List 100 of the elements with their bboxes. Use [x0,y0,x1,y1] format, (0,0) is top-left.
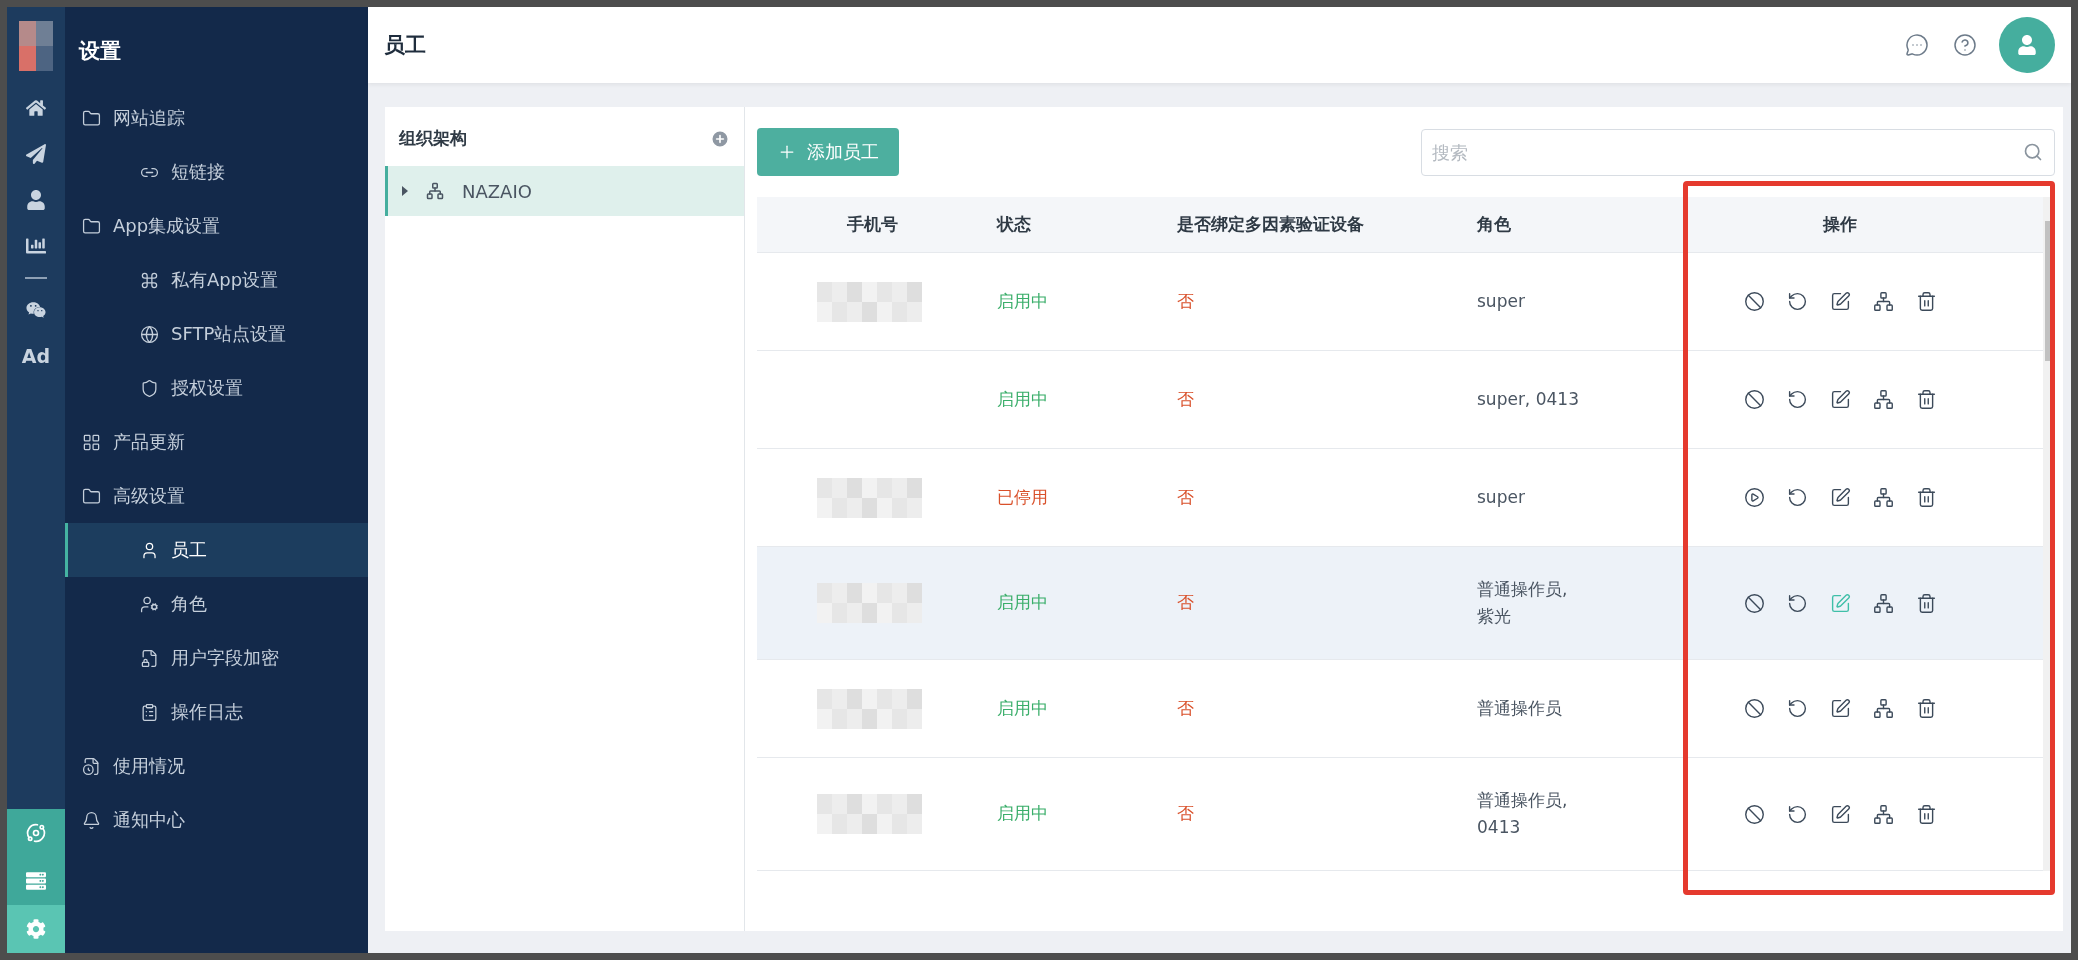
status-text: 启用中 [996,387,1049,411]
menu-item[interactable]: 通知中心 [65,793,368,847]
table-cell-text: super, 0413 [1476,387,1580,411]
disable-icon[interactable] [1743,592,1765,614]
table-cell-text: 否 [1176,696,1195,720]
caret-icon[interactable] [402,186,408,196]
disable-icon[interactable] [1743,389,1765,410]
table-cell-text: super [1476,485,1526,509]
status-text: 启用中 [996,696,1049,720]
hierarchy-icon[interactable] [1872,487,1894,508]
delete-icon[interactable] [1915,592,1937,614]
delete-icon[interactable] [1915,698,1937,719]
table-cell-text: 否 [1176,387,1195,411]
hierarchy-icon[interactable] [1872,389,1894,410]
menu-item[interactable]: 用户字段加密 [65,631,368,685]
menu-item[interactable]: 网站追踪 [65,91,368,145]
menu-item[interactable]: SFTP站点设置 [65,307,368,361]
status-text: 启用中 [996,289,1049,313]
avatar[interactable] [1999,17,2055,73]
menu-item[interactable]: 私有App设置 [65,253,368,307]
table-cell-text: 否 [1176,289,1195,313]
folder-icon [82,486,101,506]
settings-icon [26,919,46,939]
search-field[interactable]: 搜索 [1421,128,2055,176]
table-cell-text: 否 [1176,485,1195,509]
menu-item[interactable]: 操作日志 [65,685,368,739]
menu-item[interactable]: 使用情况 [65,739,368,793]
table-cell-text: 否 [1176,802,1195,826]
delete-icon[interactable] [1915,803,1937,825]
status-text: 启用中 [996,802,1049,826]
grid-icon [82,432,101,452]
bell-icon [82,810,101,830]
column-header: 操作 [1821,213,1858,236]
clipboard-icon [140,702,159,722]
hierarchy-icon[interactable] [1872,592,1894,614]
reset-icon[interactable] [1786,698,1808,719]
user-gear-icon [140,594,159,614]
table-cell-text: 普通操作员, 0413 [1476,788,1569,839]
chat-bubbles-icon[interactable] [26,300,46,320]
table-cell-text: super [1476,289,1526,313]
delete-icon[interactable] [1915,291,1937,312]
orbit-icon [26,823,46,843]
folder-icon [82,108,101,128]
shield-icon [140,378,159,398]
menu-item[interactable]: 角色 [65,577,368,631]
menu-item[interactable]: 员工 [65,523,368,577]
menu-item[interactable]: 授权设置 [65,361,368,415]
reset-icon[interactable] [1786,592,1808,614]
menu-item[interactable]: 高级设置 [65,469,368,523]
column-header: 状态 [995,213,1032,236]
rail-button[interactable] [7,809,65,857]
menu-item[interactable]: App集成设置 [65,199,368,253]
table-cell-text: 普通操作员, 紫光 [1476,577,1569,628]
status-text: 启用中 [996,591,1049,615]
hierarchy-icon[interactable] [1872,291,1894,312]
column-header: 手机号 [845,213,899,236]
help-icon[interactable] [1953,33,1977,57]
globe-icon [140,324,159,344]
reset-icon[interactable] [1786,803,1808,825]
panel-title: 组织架构 [399,127,467,150]
bar-chart-icon[interactable] [26,236,46,256]
table-cell-text: 否 [1176,591,1195,615]
edit-icon[interactable] [1829,389,1851,410]
disable-icon[interactable] [1743,803,1765,825]
column-header: 角色 [1476,213,1512,236]
search-icon[interactable] [2023,141,2043,162]
page-title: 员工 [384,32,427,59]
file-lock-icon [140,648,159,668]
hierarchy-icon[interactable] [1872,698,1894,719]
tree-item[interactable]: NAZAIO [385,166,744,216]
hierarchy-icon [426,182,444,200]
table-cell-text: 普通操作员 [1476,696,1563,720]
reset-icon[interactable] [1786,291,1808,312]
column-header: 是否绑定多因素验证设备 [1176,213,1365,236]
user-icon [140,540,159,560]
file-clock-icon [82,756,101,776]
folder-icon [82,216,101,236]
user-icon[interactable] [26,190,46,210]
delete-icon[interactable] [1915,487,1937,508]
send-icon[interactable] [26,144,46,164]
home-icon[interactable] [26,98,46,118]
reset-icon[interactable] [1786,487,1808,508]
rail-item[interactable]: Ad [7,333,65,379]
menu-item[interactable]: 短链接 [65,145,368,199]
rail-button[interactable] [7,857,65,905]
edit-icon[interactable] [1829,698,1851,719]
hierarchy-icon[interactable] [1872,803,1894,825]
add-icon[interactable] [710,128,730,149]
play-icon[interactable] [1743,487,1765,508]
disable-icon[interactable] [1743,698,1765,719]
delete-icon[interactable] [1915,389,1937,410]
command-icon [140,270,159,290]
edit-icon[interactable] [1829,291,1851,312]
edit-icon[interactable] [1829,487,1851,508]
disable-icon[interactable] [1743,291,1765,312]
menu-item[interactable]: 产品更新 [65,415,368,469]
status-text: 已停用 [996,485,1049,509]
reset-icon[interactable] [1786,389,1808,410]
edit-icon[interactable] [1829,803,1851,825]
chat-icon[interactable] [1905,33,1929,57]
